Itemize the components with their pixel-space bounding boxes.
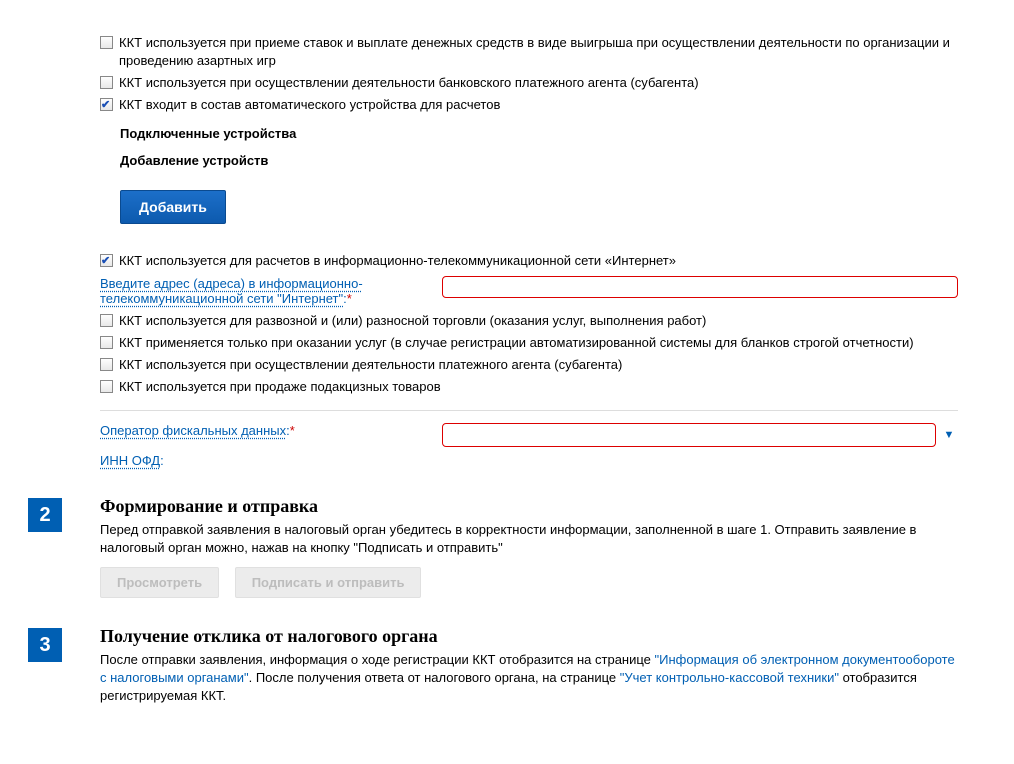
step-3-badge: 3	[28, 628, 62, 662]
checkbox-excise-label: ККТ используется при продаже подакцизных…	[119, 378, 986, 396]
internet-address-input[interactable]	[442, 276, 958, 298]
preview-button: Просмотреть	[100, 567, 219, 598]
step-2-badge: 2	[28, 498, 62, 532]
checkbox-gambling[interactable]	[100, 36, 113, 49]
inn-ofd-label: ИНН ОФД:	[100, 453, 164, 468]
heading-connected-devices: Подключенные устройства	[120, 126, 986, 141]
checkbox-payment-agent[interactable]	[100, 358, 113, 371]
separator	[100, 410, 958, 411]
checkbox-internet[interactable]	[100, 254, 113, 267]
heading-add-devices: Добавление устройств	[120, 153, 986, 168]
link-kkt-accounting[interactable]: "Учет контрольно-кассовой техники"	[620, 670, 839, 685]
ofd-operator-select[interactable]	[442, 423, 936, 447]
checkbox-payment-agent-label: ККТ используется при осуществлении деяте…	[119, 356, 986, 374]
step-3-text: После отправки заявления, информация о х…	[100, 651, 958, 705]
checkbox-mobile-trade[interactable]	[100, 314, 113, 327]
step-3-title: Получение отклика от налогового органа	[100, 626, 958, 647]
checkbox-services-only-label: ККТ применяется только при оказании услу…	[119, 334, 986, 352]
ofd-operator-label: Оператор фискальных данных:*	[100, 423, 442, 438]
sign-send-button: Подписать и отправить	[235, 567, 422, 598]
checkbox-mobile-trade-label: ККТ используется для развозной и (или) р…	[119, 312, 986, 330]
checkbox-gambling-label: ККТ используется при приеме ставок и вып…	[119, 34, 986, 70]
checkbox-services-only[interactable]	[100, 336, 113, 349]
checkbox-bank-agent[interactable]	[100, 76, 113, 89]
checkbox-excise[interactable]	[100, 380, 113, 393]
add-button[interactable]: Добавить	[120, 190, 226, 224]
internet-address-label: Введите адрес (адреса) в информационно-т…	[100, 276, 442, 306]
checkbox-auto-device[interactable]	[100, 98, 113, 111]
step-2-text: Перед отправкой заявления в налоговый ор…	[100, 521, 958, 557]
step-2-title: Формирование и отправка	[100, 496, 958, 517]
checkbox-auto-device-label: ККТ входит в состав автоматического устр…	[119, 96, 986, 114]
checkbox-bank-agent-label: ККТ используется при осуществлении деяте…	[119, 74, 986, 92]
checkbox-internet-label: ККТ используется для расчетов в информац…	[119, 252, 986, 270]
chevron-down-icon[interactable]: ▼	[940, 426, 958, 444]
